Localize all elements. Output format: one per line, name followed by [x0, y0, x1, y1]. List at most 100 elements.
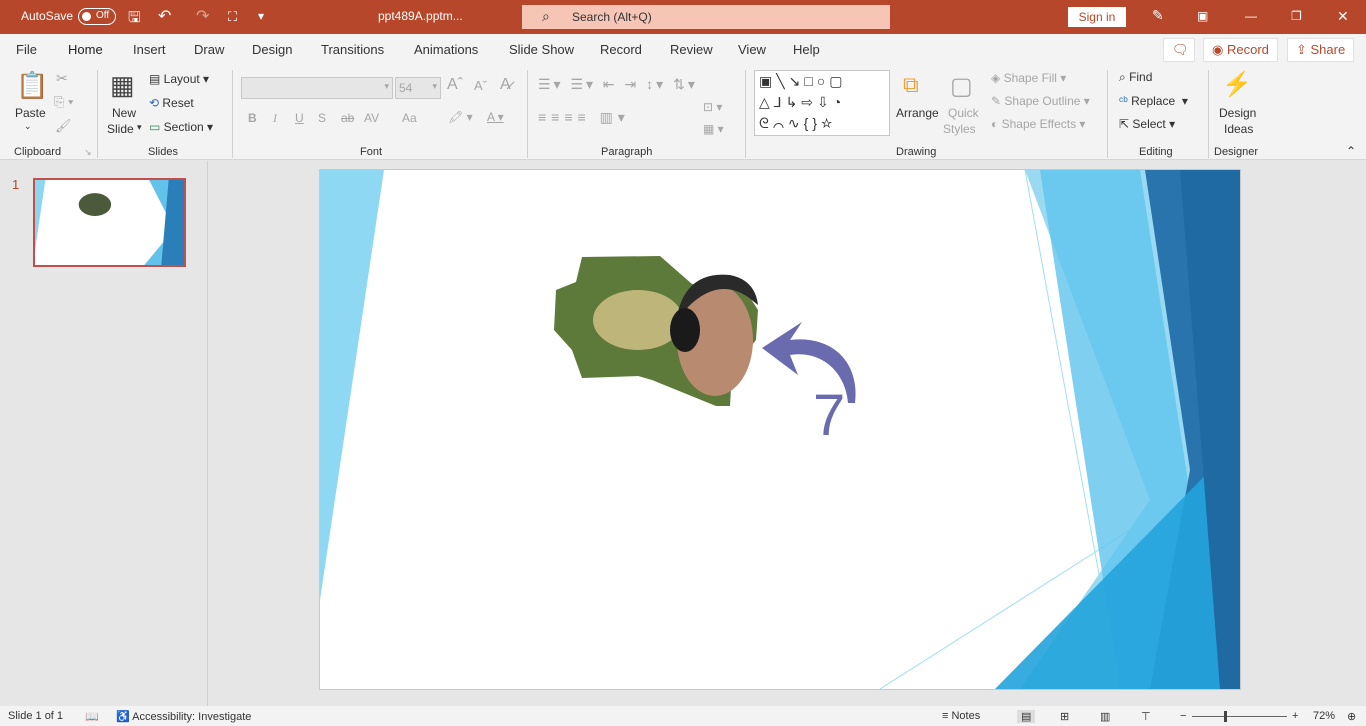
group-label-slides: Slides: [148, 146, 178, 158]
slide-sorter-icon[interactable]: ⊞: [1060, 710, 1069, 723]
font-name-combo[interactable]: ▾: [241, 77, 393, 99]
zoom-in-button[interactable]: +: [1292, 710, 1298, 722]
designer-pen-icon[interactable]: ✎: [1152, 7, 1164, 24]
character-spacing-button[interactable]: AV: [364, 111, 379, 125]
zoom-slider[interactable]: [1192, 716, 1287, 717]
new-slide-dropdown-icon[interactable]: ▾: [137, 122, 142, 133]
paste-icon[interactable]: 📋: [16, 70, 48, 101]
customize-qat-icon[interactable]: ▾: [258, 9, 264, 23]
shadow-button[interactable]: S: [318, 111, 326, 125]
group-label-paragraph: Paragraph: [601, 146, 653, 158]
highlight-color-icon[interactable]: 🖍 ▾: [448, 110, 473, 124]
comments-button[interactable]: 🗨: [1163, 38, 1195, 62]
design-ideas-label-2[interactable]: Ideas: [1224, 122, 1253, 136]
text-align-icon[interactable]: ⊡ ▾: [703, 100, 722, 114]
save-icon[interactable]: 🖫: [128, 7, 141, 32]
arrange-button[interactable]: Arrange: [896, 106, 939, 120]
present-icon[interactable]: ⛶: [228, 9, 237, 25]
tab-home[interactable]: Home: [68, 42, 103, 67]
font-size-value: 54: [399, 81, 413, 95]
quick-styles-label-1[interactable]: Quick: [948, 106, 979, 120]
share-button[interactable]: ⇪ Share: [1287, 38, 1355, 62]
select-button[interactable]: ⇱ Select ▾: [1119, 117, 1175, 131]
design-ideas-icon[interactable]: ⚡: [1222, 70, 1252, 99]
shapes-gallery[interactable]: ▣╲↘□○▢ △⅃↳⇨⇩◔ ᘓ⌒∿{}☆: [754, 70, 890, 136]
restore-icon[interactable]: ❐: [1291, 9, 1302, 23]
accessibility-button[interactable]: ♿ Accessibility: Investigate: [116, 710, 251, 723]
record-button[interactable]: ◉ Record: [1203, 38, 1278, 62]
paste-button[interactable]: Paste: [15, 106, 46, 120]
zoom-level[interactable]: 72%: [1313, 710, 1335, 722]
shape-effects-button[interactable]: ◐ Shape Effects ▾: [991, 117, 1085, 131]
strikethrough-button[interactable]: ab: [341, 111, 354, 125]
increase-font-icon[interactable]: Aˆ: [447, 76, 463, 94]
tab-review[interactable]: Review: [670, 42, 713, 57]
normal-view-icon[interactable]: ▤: [1017, 710, 1036, 723]
minimize-icon[interactable]: —: [1245, 9, 1257, 23]
slide-thumbnail[interactable]: [33, 178, 186, 267]
tab-draw[interactable]: Draw: [194, 42, 224, 57]
italic-button[interactable]: I: [273, 111, 277, 126]
replace-button[interactable]: ᶜᵇ Replace ▾: [1119, 94, 1188, 108]
slide-canvas[interactable]: 7: [320, 170, 1240, 689]
fit-to-window-icon[interactable]: ⊕: [1347, 710, 1356, 723]
change-case-button[interactable]: Aa: [402, 111, 417, 125]
new-slide-label-2[interactable]: Slide: [107, 122, 134, 136]
new-slide-icon[interactable]: ▦: [110, 70, 135, 101]
collapse-ribbon-icon[interactable]: ⌃: [1346, 144, 1356, 158]
tab-insert[interactable]: Insert: [133, 42, 166, 57]
underline-button[interactable]: U: [295, 111, 304, 125]
tab-help[interactable]: Help: [793, 42, 820, 57]
reading-view-icon[interactable]: ▥: [1100, 710, 1110, 723]
tab-file[interactable]: File: [16, 42, 37, 57]
decrease-font-icon[interactable]: Aˇ: [474, 78, 487, 93]
tab-transitions[interactable]: Transitions: [321, 42, 384, 57]
autosave-toggle[interactable]: Off: [78, 8, 116, 25]
zoom-slider-thumb[interactable]: [1223, 711, 1227, 722]
tab-view[interactable]: View: [738, 42, 766, 57]
slideshow-view-icon[interactable]: ⊤: [1141, 710, 1151, 723]
slide-number-text[interactable]: 7: [813, 382, 845, 449]
new-slide-label-1[interactable]: New: [112, 106, 136, 120]
sign-in-button[interactable]: Sign in: [1068, 7, 1126, 27]
clear-formatting-icon[interactable]: A̷: [500, 76, 511, 94]
font-size-combo[interactable]: 54 ▾: [395, 77, 441, 99]
share-label: Share: [1310, 42, 1346, 57]
arrange-icon[interactable]: ⧉: [903, 72, 919, 98]
smartart-icon[interactable]: ▦ ▾: [703, 122, 724, 136]
tab-record[interactable]: Record: [600, 42, 642, 57]
layout-button[interactable]: ▤ Layout ▾: [149, 72, 209, 86]
select-label: Select: [1132, 117, 1166, 131]
notes-button[interactable]: ≡ Notes: [942, 710, 980, 722]
spelling-icon[interactable]: 📖: [85, 710, 99, 723]
tab-slide-show[interactable]: Slide Show: [509, 42, 574, 57]
quick-styles-label-2[interactable]: Styles: [943, 122, 976, 136]
accessibility-label: Accessibility: Investigate: [132, 711, 252, 723]
clipboard-launcher-icon[interactable]: ↘: [84, 147, 92, 158]
search-box[interactable]: ⌕ Search (Alt+Q): [522, 5, 890, 29]
alignment-buttons[interactable]: ≡≡≡≡ ▥▾: [538, 109, 630, 126]
undo-icon[interactable]: ↶: [158, 6, 171, 26]
find-button[interactable]: ⌕ Find: [1119, 70, 1152, 85]
cut-icon[interactable]: ✂: [56, 70, 68, 87]
paste-dropdown-icon[interactable]: ⌄: [24, 121, 32, 132]
shape-fill-button[interactable]: ◈ Shape Fill ▾: [991, 71, 1066, 85]
shape-outline-button[interactable]: ✎ Shape Outline ▾: [991, 94, 1090, 108]
tab-animations[interactable]: Animations: [414, 42, 478, 57]
ribbon-display-icon[interactable]: ▣: [1197, 9, 1208, 23]
tab-design[interactable]: Design: [252, 42, 292, 57]
reset-button[interactable]: ⟲ Reset: [149, 96, 194, 110]
zoom-out-button[interactable]: −: [1180, 710, 1186, 722]
paragraph-tools-row1[interactable]: ☰▾ ☰▾ ⇤ ⇥ ↕▾ ⇅▾: [538, 76, 698, 93]
section-button[interactable]: ▭ Section ▾: [149, 120, 213, 134]
bold-button[interactable]: B: [248, 111, 257, 125]
design-ideas-label-1[interactable]: Design: [1219, 106, 1256, 120]
copy-icon[interactable]: ⎘ ▾: [54, 94, 73, 110]
quick-styles-icon[interactable]: ▢: [950, 72, 973, 101]
close-icon[interactable]: ✕: [1337, 8, 1349, 25]
format-painter-icon[interactable]: 🖌: [55, 118, 72, 134]
search-icon: ⌕: [542, 8, 550, 24]
redo-icon[interactable]: ↷: [196, 6, 209, 26]
file-name: ppt489A.pptm...: [378, 9, 463, 23]
font-color-icon[interactable]: A ▾: [487, 110, 504, 124]
